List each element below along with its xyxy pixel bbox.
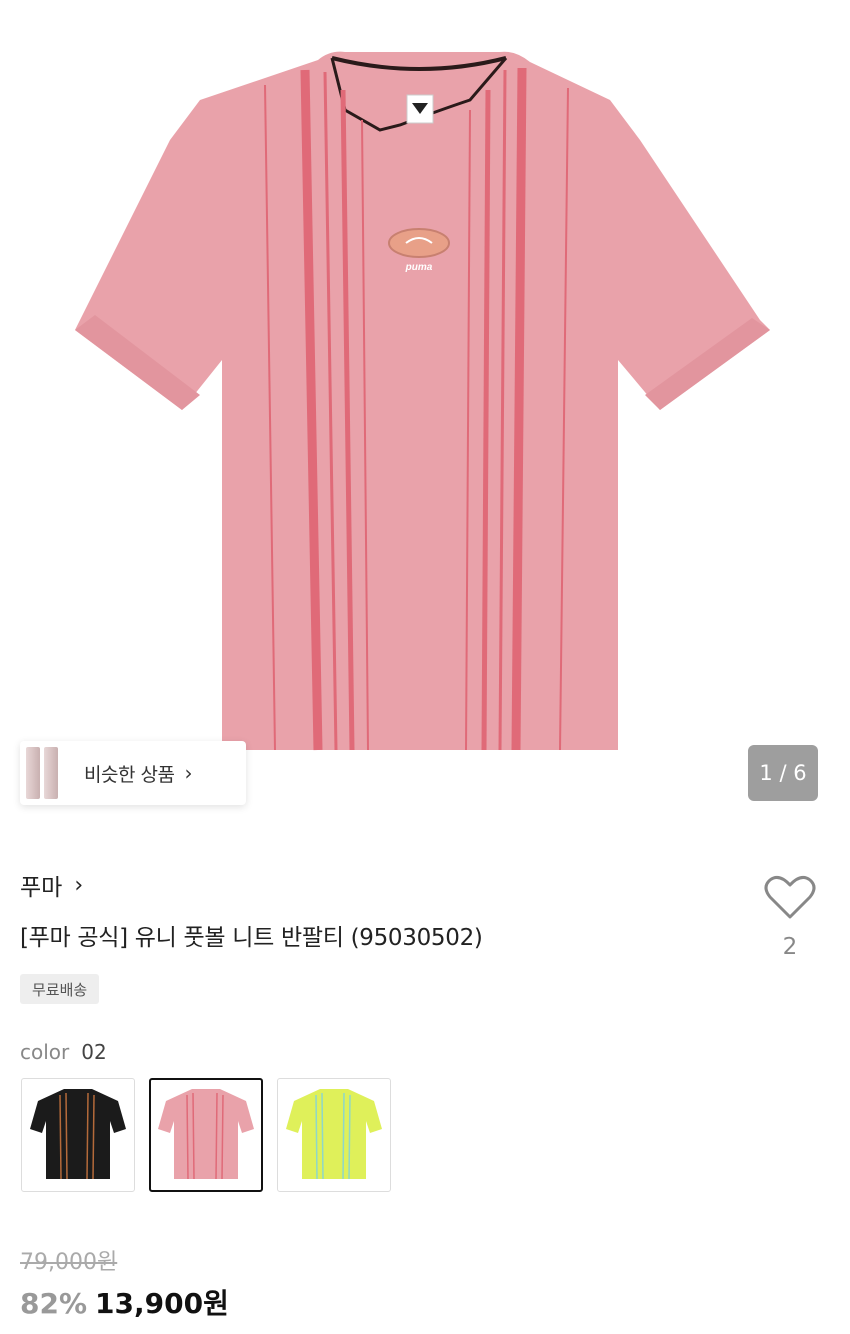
color-option-black[interactable] [21, 1078, 135, 1192]
image-counter: 1 / 6 [748, 745, 818, 801]
like-count: 2 [782, 934, 798, 960]
original-price: 79,000원 [20, 1250, 118, 1275]
sale-price: 13,900원 [95, 1287, 229, 1320]
product-title: [푸마 공식] 유니 풋볼 니트 반팔티 (95030502) [20, 925, 483, 951]
chevron-right-icon: › [74, 872, 84, 898]
brand-name: 푸마 [20, 875, 63, 901]
similar-products-thumbnails [22, 743, 70, 803]
lime-tshirt-thumbnail [286, 1089, 382, 1180]
color-value: 02 [81, 1040, 107, 1064]
similar-products-button[interactable]: 비슷한 상품 › [20, 741, 246, 805]
heart-icon[interactable] [764, 873, 816, 921]
color-selector-label: color 02 [20, 1040, 107, 1064]
discount-rate: 82% [20, 1287, 88, 1320]
free-shipping-badge: 무료배송 [20, 974, 100, 1004]
chevron-right-icon: › [184, 761, 193, 785]
color-option-lime[interactable] [277, 1078, 391, 1192]
brand-link[interactable]: 푸마 › [20, 868, 83, 902]
pink-tshirt-thumbnail [158, 1089, 254, 1180]
black-tshirt-thumbnail [30, 1089, 126, 1180]
color-label: color [20, 1040, 70, 1064]
product-main-image: puma [75, 51, 770, 751]
chest-logo-text: puma [405, 262, 433, 273]
sale-price-row: 82% 13,900원 [20, 1282, 229, 1322]
color-option-pink[interactable] [149, 1078, 263, 1192]
product-image-gallery[interactable]: puma 비슷한 상품 › 1 / 6 [0, 0, 850, 830]
similar-products-label: 비슷한 상품 [84, 763, 175, 786]
